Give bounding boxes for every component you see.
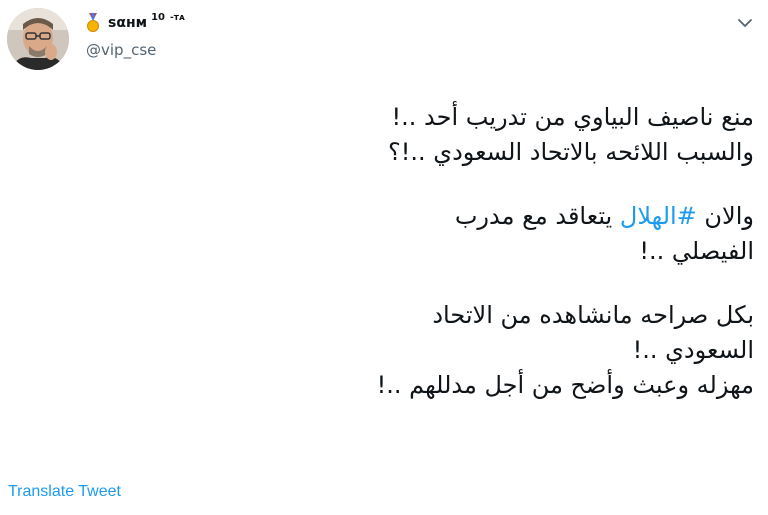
hashtag-link[interactable]: #الهلال <box>620 202 697 230</box>
display-name[interactable]: ѕαнм <box>108 15 147 31</box>
tweet-line: والان #الهلال يتعاقد مع مدرب <box>154 199 754 234</box>
tweet-line-start: والان <box>696 202 754 230</box>
tweet-line: بكل صراحه مانشاهده من الاتحاد <box>432 301 754 329</box>
tweet-line: منع ناصيف البياوي من تدريب أحد ..! <box>391 103 754 131</box>
tweet-line: الفيصلي ..! <box>639 237 754 265</box>
user-handle[interactable]: @vip_cse <box>86 41 156 59</box>
name-tag: -ᴛᴀ <box>170 13 185 23</box>
name-row[interactable]: ѕαнм 10 -ᴛᴀ <box>86 12 185 34</box>
avatar[interactable] <box>7 8 69 70</box>
name-superscript: 10 <box>151 11 165 23</box>
tweet-header: ѕαнм 10 -ᴛᴀ @vip_cse <box>0 0 768 80</box>
medal-icon <box>87 13 99 32</box>
translate-tweet-link[interactable]: Translate Tweet <box>8 483 121 501</box>
avatar-image <box>7 8 69 70</box>
tweet-line: مهزله وعبث وأضح من أجل مدللهم ..! <box>376 371 754 399</box>
tweet-line: السعودي ..! <box>632 336 754 364</box>
chevron-down-icon[interactable] <box>736 14 754 32</box>
tweet-line-end: يتعاقد مع مدرب <box>454 202 620 230</box>
tweet-line: والسبب اللائحه بالاتحاد السعودي ..!؟ <box>388 138 754 166</box>
tweet-text: منع ناصيف البياوي من تدريب أحد ..! والسب… <box>154 100 754 403</box>
